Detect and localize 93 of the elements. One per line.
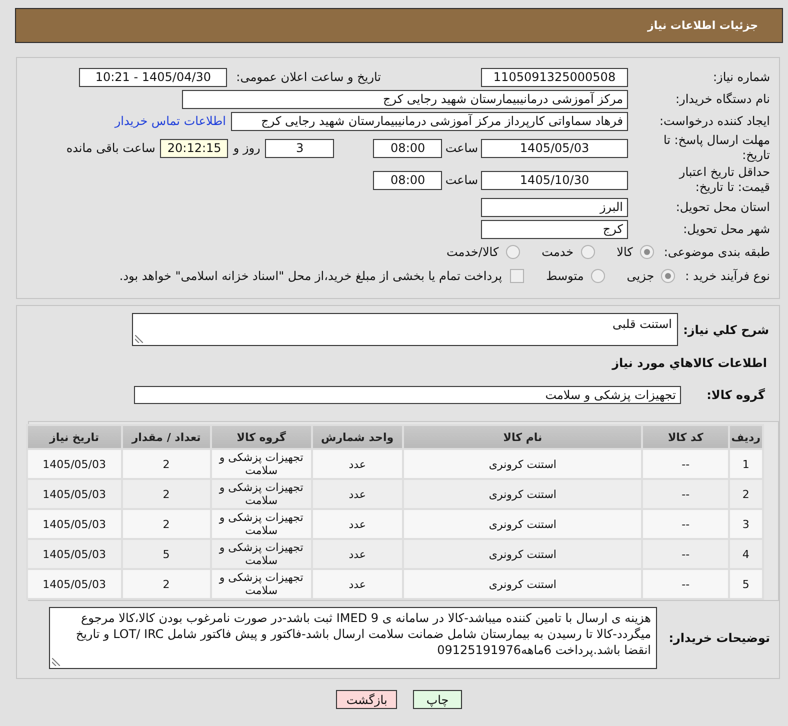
buyer-contact-link[interactable]: اطلاعات تماس خریدار xyxy=(114,114,226,128)
table-cell: عدد xyxy=(312,480,402,508)
resize-grip-icon[interactable] xyxy=(52,658,60,666)
field-label: توضیحات خریدار: xyxy=(668,631,770,645)
table-cell: 2 xyxy=(122,450,210,478)
option-label: متوسط xyxy=(546,269,584,283)
field-label: روز و xyxy=(233,141,260,155)
buyer-notes-field[interactable]: هزینه ی ارسال با تامین کننده میباشد-کالا در سامانه ی IMED 9 ثبت باشد-در صورت نامرغوب بودن کالا،کالا مرجوع میگردد-کالا تا رسیدن به بیمارستان شامل ضمانت سلامت ارسال باشد-فاکتور و پیش فاکتور شامل LOT/ IRC و تاریخ انقضا باشد.پرداخت 6ماهه09125191976 xyxy=(49,607,657,669)
table-cell: 1 xyxy=(730,450,762,478)
field-label: شرح کلي نياز: xyxy=(683,322,769,336)
checkbox-label: پرداخت تمام یا بخشی از مبلغ خرید،از محل "اسناد خزانه اسلامی" خواهد بود. xyxy=(119,269,502,283)
buyer-org-field[interactable]: مرکز آموزشی درمانیبیمارستان شهید رجایی کرج xyxy=(182,90,628,108)
table-cell: استنت کرونری xyxy=(404,570,642,598)
checkbox[interactable] xyxy=(510,269,524,283)
radio-button[interactable] xyxy=(580,245,595,259)
column-header: ردیف xyxy=(730,426,762,448)
table-cell: تجهیزات پزشکی و سلامت xyxy=(212,510,311,538)
city-field[interactable]: کرج xyxy=(481,220,628,238)
field-label: مهلت ارسال پاسخ: تا تاریخ: xyxy=(662,133,770,163)
requester-field[interactable]: فرهاد سماواتی کارپرداز مرکز آموزشی درمانیبیمارستان شهید رجایی کرج xyxy=(231,112,628,130)
field-label: ساعت باقی مانده xyxy=(66,141,156,155)
table-cell: 2 xyxy=(730,480,762,508)
table-cell: استنت کرونری xyxy=(404,510,642,538)
table-cell: 1405/05/03 xyxy=(28,480,121,508)
table-cell: تجهیزات پزشکی و سلامت xyxy=(212,570,311,598)
days-field[interactable]: 3 xyxy=(265,138,334,158)
field-label: طبقه بندی موضوعی: xyxy=(664,245,771,259)
column-header: واحد شمارش xyxy=(312,426,402,448)
column-header: کد کالا xyxy=(643,426,728,448)
column-header: نام کالا xyxy=(404,426,642,448)
table-cell: عدد xyxy=(312,450,402,478)
section-title: اطلاعات كالاهاي مورد نياز xyxy=(612,356,767,370)
field-label: گروه کالا: xyxy=(706,388,765,402)
table-cell: استنت کرونری xyxy=(404,450,642,478)
field-label: حداقل تاریخ اعتبار قیمت: تا تاریخ: xyxy=(678,165,770,195)
field-label: نام دستگاه خریدار: xyxy=(676,92,770,106)
back-button[interactable]: بازگشت xyxy=(336,690,398,709)
column-header: تاریخ نیاز xyxy=(28,426,121,448)
date-field[interactable]: 1405/05/03 xyxy=(481,138,628,158)
table-cell: 5 xyxy=(122,540,210,568)
table-cell: 1405/05/03 xyxy=(28,450,121,478)
page-title: جزئیات اطلاعات نیاز xyxy=(648,19,758,32)
table-cell: -- xyxy=(643,570,728,598)
table-cell: 2 xyxy=(122,510,210,538)
time-field[interactable]: 08:00 xyxy=(373,138,442,158)
table-cell: استنت کرونری xyxy=(404,540,642,568)
field-label: تاریخ و ساعت اعلان عمومی: xyxy=(236,70,381,84)
radio-button[interactable] xyxy=(661,269,676,283)
announce-date-field[interactable]: 1405/04/30 - 10:21 xyxy=(79,68,228,86)
radio-button[interactable] xyxy=(590,269,605,283)
radio-button[interactable] xyxy=(640,245,654,259)
date-field[interactable]: 1405/10/30 xyxy=(481,170,628,190)
table-cell: -- xyxy=(643,480,728,508)
field-label: نوع فرآیند خرید : xyxy=(685,269,771,283)
field-label: ساعت xyxy=(445,173,478,187)
table-cell: -- xyxy=(643,450,728,478)
table-cell: -- xyxy=(643,540,728,568)
field-label: ساعت xyxy=(445,141,478,155)
table-cell: عدد xyxy=(312,570,402,598)
table-cell: استنت کرونری xyxy=(404,480,642,508)
resize-grip-icon[interactable] xyxy=(135,335,143,343)
column-header: گروه کالا xyxy=(212,426,311,448)
table-cell: 5 xyxy=(730,570,762,598)
table-cell: 1405/05/03 xyxy=(28,510,121,538)
table-cell: عدد xyxy=(312,540,402,568)
table-cell: 1405/05/03 xyxy=(28,570,121,598)
table-cell: تجهیزات پزشکی و سلامت xyxy=(212,480,311,508)
table-cell: 1405/05/03 xyxy=(28,540,121,568)
table-cell: 3 xyxy=(730,510,762,538)
option-label: کالا xyxy=(616,245,633,259)
option-label: کالا/خدمت xyxy=(446,245,499,259)
description-field[interactable]: استنت قلبی xyxy=(132,313,678,346)
field-label: شماره نیاز: xyxy=(713,70,770,84)
column-header: تعداد / مقدار xyxy=(122,426,210,448)
radio-button[interactable] xyxy=(506,245,520,259)
table-cell: تجهیزات پزشکی و سلامت xyxy=(212,540,311,568)
print-button[interactable]: چاپ xyxy=(413,690,462,709)
item-group-field[interactable]: تجهیزات پزشکی و سلامت xyxy=(134,386,681,404)
time-field[interactable]: 08:00 xyxy=(373,170,442,190)
remaining-time-field[interactable]: 20:12:15 xyxy=(160,138,228,158)
table-cell: -- xyxy=(643,510,728,538)
field-label: شهر محل تحویل: xyxy=(683,222,770,236)
table-cell: تجهیزات پزشکی و سلامت xyxy=(212,450,311,478)
option-label: جزیی xyxy=(626,269,654,283)
province-field[interactable]: البرز xyxy=(481,198,628,216)
table-cell: 2 xyxy=(122,570,210,598)
option-label: خدمت xyxy=(542,245,574,259)
table-cell: 4 xyxy=(730,540,762,568)
field-label: استان محل تحویل: xyxy=(676,200,770,214)
field-label: ایجاد کننده درخواست: xyxy=(659,114,770,128)
table-cell: عدد xyxy=(312,510,402,538)
need-number-field[interactable]: 1105091325000508 xyxy=(481,68,628,86)
table-cell: 2 xyxy=(122,480,210,508)
